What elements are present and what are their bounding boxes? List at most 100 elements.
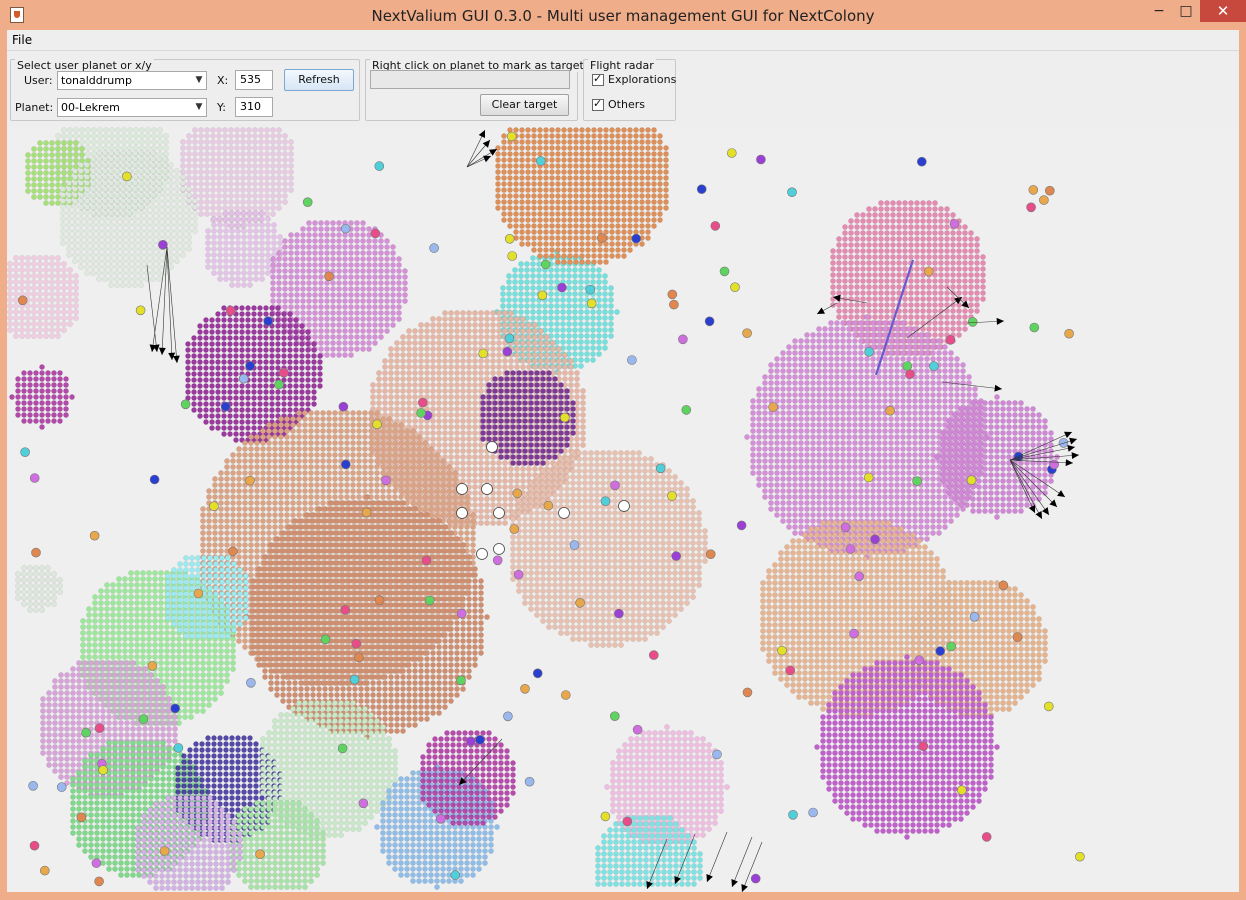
planet-dot[interactable]	[170, 703, 180, 714]
flight-arrow-icon[interactable]	[1067, 445, 1075, 452]
flight-path-line[interactable]	[706, 831, 728, 883]
planet-dot[interactable]	[1039, 195, 1049, 205]
planet-dot[interactable]	[586, 298, 597, 309]
planet-dot[interactable]	[122, 171, 132, 182]
flight-arrow-icon[interactable]	[1071, 452, 1079, 459]
planet-dot[interactable]	[808, 807, 818, 818]
planet-dot[interactable]	[94, 723, 105, 733]
planet-dot[interactable]	[840, 522, 851, 533]
planet-dot[interactable]	[340, 223, 351, 234]
planet-dot[interactable]	[513, 569, 524, 580]
planet-dot[interactable]	[597, 233, 607, 243]
planet-dot[interactable]	[863, 472, 874, 483]
flight-arrow-icon[interactable]	[1057, 490, 1065, 497]
planet-dot[interactable]	[696, 184, 707, 195]
planet-dot[interactable]	[361, 507, 372, 518]
planet-dot[interactable]	[503, 711, 513, 722]
planet-dot[interactable]	[710, 221, 721, 231]
planet-dot[interactable]	[981, 832, 992, 842]
planet-dot[interactable]	[967, 317, 978, 327]
planet-dot[interactable]	[777, 645, 787, 656]
planet-dot[interactable]	[478, 348, 489, 359]
planet-dot[interactable]	[456, 608, 467, 619]
planet-dot[interactable]	[667, 289, 678, 300]
refresh-button[interactable]: Refresh	[284, 69, 354, 91]
planet-dot[interactable]	[969, 611, 980, 622]
planet-dot[interactable]	[220, 401, 231, 412]
planet-dot[interactable]	[648, 650, 659, 660]
planet-dot[interactable]	[524, 776, 535, 787]
menu-file[interactable]: File	[12, 33, 32, 47]
planet-dot[interactable]	[1064, 328, 1074, 339]
planet-dot[interactable]	[912, 476, 922, 487]
planet-dot[interactable]	[274, 379, 284, 390]
planet-dot[interactable]	[506, 131, 517, 142]
y-field[interactable]: 310	[235, 97, 273, 117]
flight-arrow-icon[interactable]	[1035, 511, 1043, 519]
planet-dot[interactable]	[228, 546, 238, 557]
planet-dot[interactable]	[756, 154, 766, 165]
planet-dot[interactable]	[149, 474, 160, 485]
planet-dot[interactable]	[91, 858, 102, 868]
planet-dot[interactable]	[532, 668, 543, 679]
planet-dot[interactable]	[512, 488, 523, 499]
flight-arrow-icon[interactable]	[994, 384, 1002, 392]
planet-select[interactable]: 00-Lekrem ▼	[57, 98, 207, 117]
flight-arrow-icon[interactable]	[817, 307, 825, 315]
own-planet-dot[interactable]	[456, 483, 468, 495]
planet-dot[interactable]	[1012, 632, 1023, 642]
planet-dot[interactable]	[730, 282, 740, 292]
flight-arrow-icon[interactable]	[482, 140, 490, 148]
planet-dot[interactable]	[245, 475, 255, 486]
flight-arrow-icon[interactable]	[172, 355, 180, 364]
planet-dot[interactable]	[98, 765, 108, 775]
planet-dot[interactable]	[324, 271, 334, 282]
user-select[interactable]: tonalddrump ▼	[57, 71, 207, 90]
target-field[interactable]	[370, 70, 570, 89]
own-planet-dot[interactable]	[493, 507, 505, 519]
planet-dot[interactable]	[736, 520, 747, 531]
planet-dot[interactable]	[193, 588, 204, 599]
planet-dot[interactable]	[669, 299, 679, 310]
planet-dot[interactable]	[159, 846, 170, 856]
others-checkbox[interactable]	[592, 97, 604, 111]
planet-dot[interactable]	[1028, 185, 1039, 195]
planet-dot[interactable]	[627, 355, 637, 365]
planet-dot[interactable]	[678, 334, 688, 345]
planet-dot[interactable]	[559, 412, 570, 423]
own-planet-dot[interactable]	[481, 483, 493, 495]
planet-dot[interactable]	[705, 549, 716, 560]
planet-dot[interactable]	[475, 734, 485, 745]
planet-dot[interactable]	[870, 534, 880, 545]
planet-dot[interactable]	[94, 876, 104, 887]
planet-dot[interactable]	[89, 530, 100, 541]
planet-dot[interactable]	[557, 282, 567, 293]
planet-dot[interactable]	[81, 727, 91, 738]
planet-dot[interactable]	[29, 473, 40, 483]
planet-dot[interactable]	[726, 148, 737, 158]
flight-path-line[interactable]	[166, 246, 173, 361]
planet-dot[interactable]	[998, 580, 1009, 591]
planet-dot[interactable]	[1045, 185, 1055, 196]
planet-dot[interactable]	[845, 544, 856, 554]
planet-dot[interactable]	[56, 782, 67, 792]
planet-dot[interactable]	[135, 305, 146, 316]
planet-dot[interactable]	[372, 419, 382, 430]
planet-dot[interactable]	[585, 284, 596, 295]
planet-dot[interactable]	[600, 811, 611, 822]
planet-dot[interactable]	[575, 597, 585, 608]
planet-dot[interactable]	[28, 780, 38, 791]
planet-dot[interactable]	[849, 628, 859, 639]
planet-dot[interactable]	[504, 333, 515, 344]
planet-dot[interactable]	[600, 496, 611, 507]
planet-dot[interactable]	[450, 870, 461, 880]
planet-dot[interactable]	[370, 228, 381, 239]
planet-dot[interactable]	[302, 197, 313, 207]
planet-dot[interactable]	[854, 571, 865, 582]
planet-dot[interactable]	[417, 397, 428, 408]
planet-dot[interactable]	[916, 156, 927, 167]
planet-dot[interactable]	[631, 233, 642, 244]
planet-dot[interactable]	[466, 736, 476, 747]
planet-dot[interactable]	[429, 243, 439, 253]
planet-dot[interactable]	[138, 714, 149, 724]
